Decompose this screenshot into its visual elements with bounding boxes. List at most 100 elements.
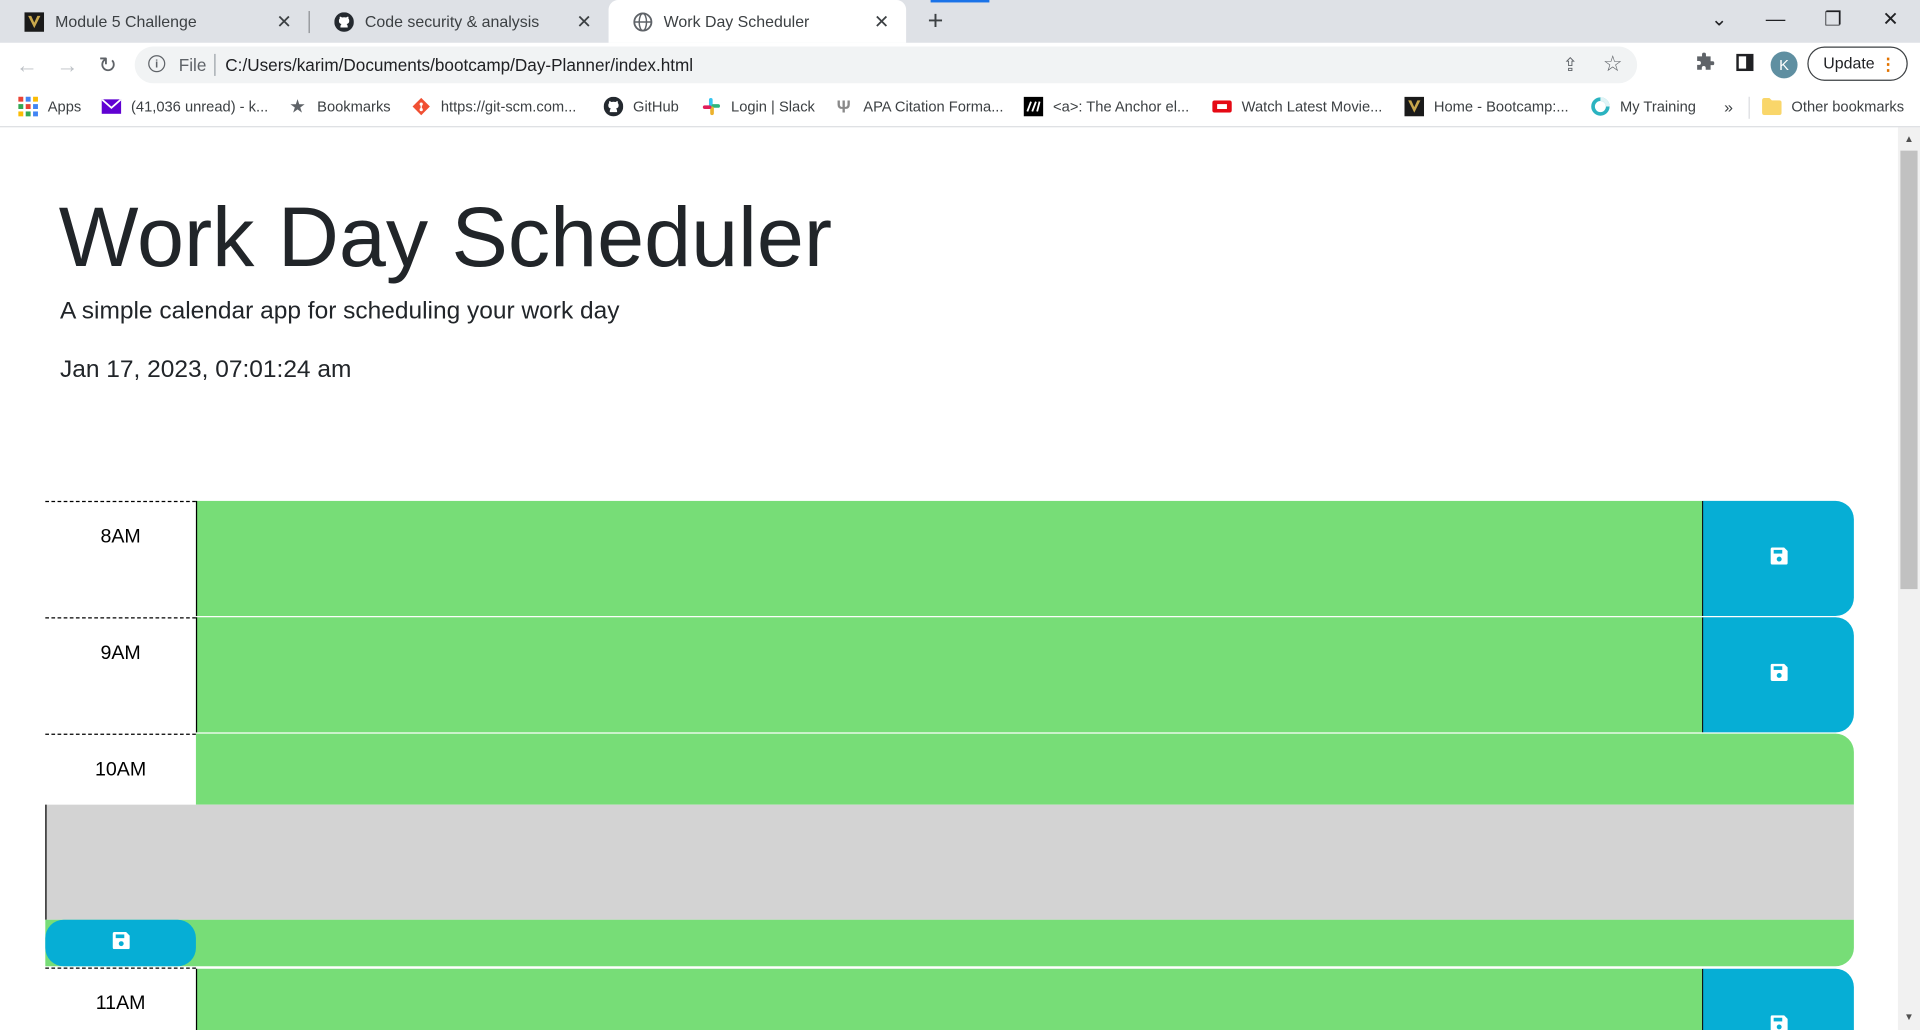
current-day: Jan 17, 2023, 07:01:24 am [60, 356, 352, 384]
close-icon[interactable]: ✕ [272, 10, 296, 33]
bookmark-label: My Training [1620, 97, 1696, 116]
github-icon [334, 11, 354, 32]
back-icon[interactable]: ← [10, 48, 44, 82]
movie-icon [1212, 97, 1232, 117]
extensions-icon[interactable] [1692, 52, 1716, 77]
bookmark-label: APA Citation Forma... [863, 97, 1004, 116]
hour-label: 8AM [45, 500, 196, 618]
bookmark-apps[interactable]: Apps [18, 96, 81, 118]
page-lead: A simple calendar app for scheduling you… [60, 297, 620, 325]
bookmark-label: https://git-scm.com... [440, 97, 577, 116]
new-tab-button[interactable]: + [921, 5, 950, 37]
bookmark-movies[interactable]: Watch Latest Movie... [1212, 96, 1382, 118]
vanderbilt-v-icon [1404, 96, 1425, 117]
hour-label: 9AM [45, 617, 196, 734]
vanderbilt-v-icon [24, 11, 45, 32]
folder-icon [1762, 97, 1782, 117]
bookmark-bookmarks[interactable]: ★ Bookmarks [288, 96, 391, 118]
update-label: Update [1823, 53, 1875, 73]
description-textarea-past[interactable] [45, 804, 1854, 920]
github-icon [603, 96, 624, 117]
save-button[interactable] [1702, 500, 1854, 617]
bookmark-label: Home - Bootcamp:... [1433, 97, 1569, 116]
apps-grid-icon [18, 96, 38, 117]
forward-icon[interactable]: → [50, 48, 84, 82]
floppy-disk-icon [1770, 546, 1788, 570]
window-close-icon[interactable]: ✕ [1862, 0, 1918, 43]
purdue-icon: Ψ [836, 96, 851, 117]
tab-work-day-scheduler[interactable]: Work Day Scheduler ✕ [608, 0, 907, 43]
floppy-disk-icon [112, 931, 130, 954]
other-bookmarks[interactable]: Other bookmarks [1762, 96, 1904, 118]
tab-indicator [930, 0, 990, 3]
bookmark-slack[interactable]: Login | Slack [702, 96, 815, 118]
mdn-icon [1023, 96, 1044, 117]
page-title: Work Day Scheduler [58, 189, 833, 285]
tab-title: Module 5 Challenge [55, 12, 197, 31]
bookmark-mail[interactable]: (41,036 unread) - k... [101, 96, 269, 118]
bookmark-git[interactable]: https://git-scm.com... [411, 96, 576, 118]
page-scrollbar[interactable]: ▲ ▼ [1897, 127, 1920, 1030]
browser-viewport: Module 5 Challenge ✕ Code security & ana… [0, 0, 1920, 1030]
hour-label: 11AM [45, 967, 196, 1030]
profile-avatar[interactable]: K [1770, 51, 1798, 79]
description-textarea[interactable] [195, 617, 1703, 733]
tab-title: Work Day Scheduler [663, 12, 810, 31]
divider [214, 53, 216, 76]
tab-module-5-challenge[interactable]: Module 5 Challenge ✕ [0, 0, 309, 43]
save-button[interactable] [1702, 968, 1854, 1030]
url-text[interactable]: C:/Users/karim/Documents/bootcamp/Day-Pl… [225, 55, 693, 75]
save-button[interactable] [45, 919, 196, 967]
scroll-up-icon[interactable]: ▲ [1898, 130, 1920, 150]
bookmarks-overflow-button[interactable]: » [1724, 96, 1733, 118]
description-textarea[interactable] [195, 733, 1854, 805]
reload-icon[interactable]: ↻ [91, 48, 125, 82]
training-icon [1591, 97, 1611, 117]
scroll-down-icon[interactable]: ▼ [1898, 1008, 1920, 1028]
bookmark-apa[interactable]: Ψ APA Citation Forma... [834, 96, 1004, 118]
slack-icon [702, 97, 722, 117]
bookmark-label: Login | Slack [731, 97, 815, 116]
divider [1748, 96, 1750, 119]
minimize-icon[interactable]: — [1747, 0, 1803, 43]
hour-label: 10AM [45, 733, 196, 805]
globe-icon [633, 11, 653, 32]
bookmark-label: Watch Latest Movie... [1241, 97, 1383, 116]
row-background [45, 919, 1854, 967]
tab-search-icon[interactable]: ⌄ [1691, 0, 1747, 43]
description-textarea[interactable] [195, 968, 1703, 1030]
bookmark-label: Apps [47, 97, 82, 116]
description-textarea[interactable] [195, 500, 1703, 617]
bookmark-mdn[interactable]: <a>: The Anchor el... [1023, 96, 1189, 118]
tab-code-security[interactable]: Code security & analysis ✕ [310, 0, 609, 43]
close-icon[interactable]: ✕ [869, 10, 893, 33]
restore-icon[interactable]: ❐ [1805, 0, 1861, 43]
menu-icon: ⋮ [1879, 53, 1897, 74]
hour-text: 8AM [100, 526, 141, 548]
share-icon[interactable]: ⇪ [1562, 54, 1577, 76]
hour-text: 11AM [95, 993, 146, 1015]
bookmark-my-training[interactable]: My Training [1591, 96, 1696, 118]
bookmarks-bar: Apps (41,036 unread) - k... ★ Bookmarks … [0, 86, 1920, 128]
star-icon: ★ [289, 96, 306, 118]
page-content: Work Day Scheduler A simple calendar app… [0, 127, 1898, 1030]
scheme-label: File [178, 55, 207, 75]
browser-toolbar: ← → ↻ i File C:/Users/karim/Documents/bo… [0, 42, 1920, 87]
bookmark-label: (41,036 unread) - k... [131, 97, 269, 116]
tab-title: Code security & analysis [364, 12, 540, 31]
hour-text: 10AM [95, 759, 147, 781]
info-icon[interactable]: i [148, 55, 166, 73]
bookmark-star-icon[interactable]: ☆ [1603, 51, 1623, 77]
floppy-disk-icon [1770, 1015, 1788, 1030]
mail-icon [101, 97, 122, 117]
address-bar[interactable]: i File C:/Users/karim/Documents/bootcamp… [134, 46, 1638, 84]
close-icon[interactable]: ✕ [572, 10, 596, 33]
bookmark-github[interactable]: GitHub [603, 96, 679, 118]
save-button[interactable] [1702, 617, 1854, 733]
update-button[interactable]: Update ⋮ [1807, 46, 1908, 81]
bookmark-label: Bookmarks [317, 97, 391, 116]
bookmark-bootcamp[interactable]: Home - Bootcamp:... [1404, 96, 1569, 118]
bookmark-label: Other bookmarks [1791, 97, 1905, 116]
scrollbar-thumb[interactable] [1900, 150, 1918, 590]
side-panel-icon[interactable] [1733, 53, 1757, 77]
